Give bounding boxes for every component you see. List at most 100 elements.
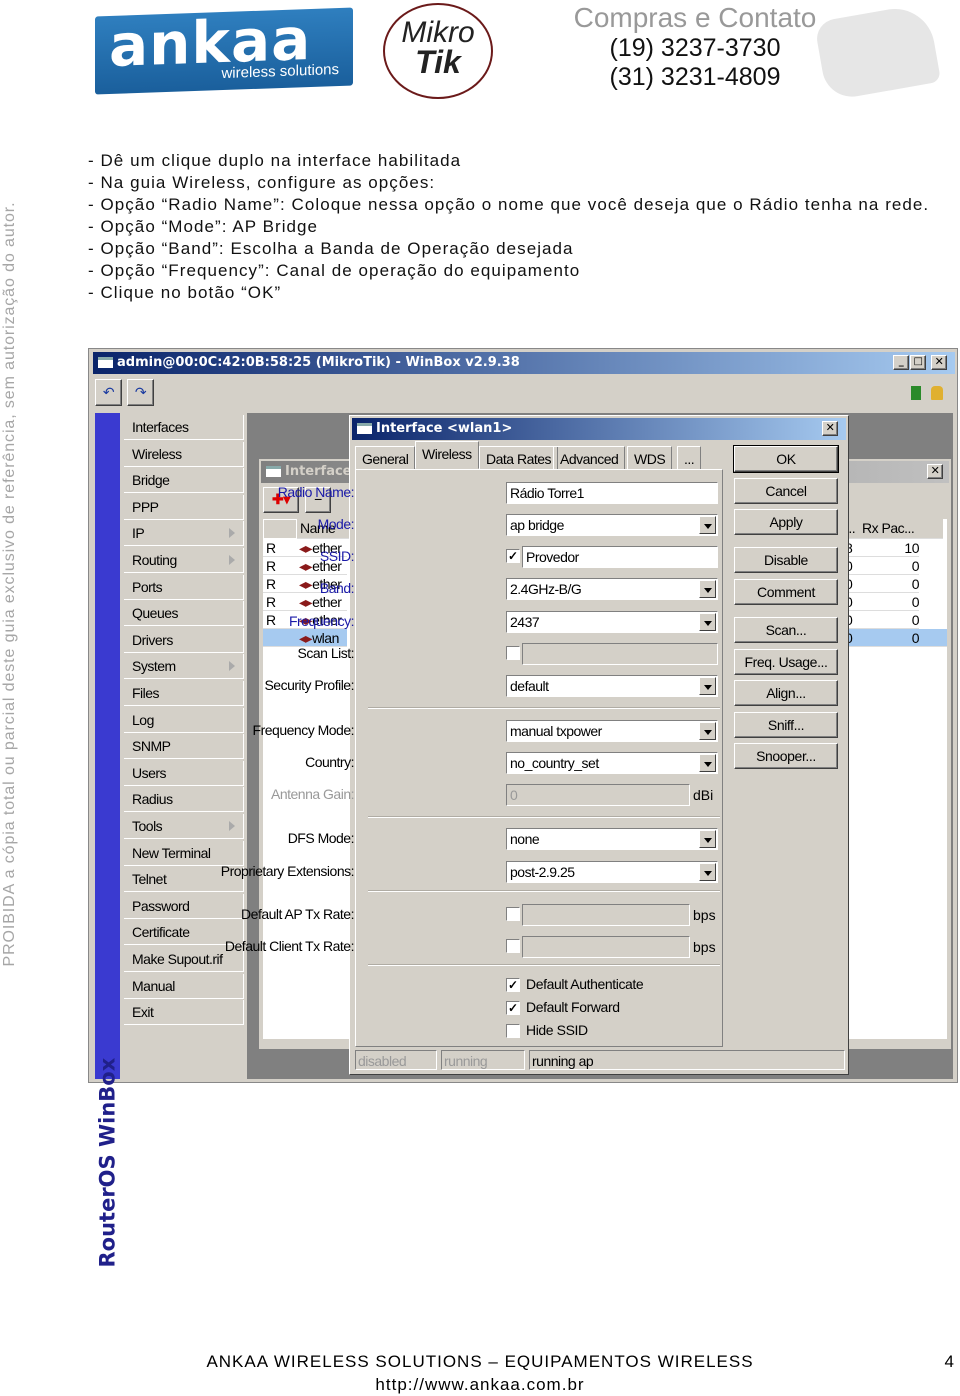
interface-icon: ◂▸ [299,594,313,610]
menu-item-snmp[interactable]: SNMP [124,734,244,760]
comment-button[interactable]: Comment [734,579,838,605]
proprietary-extensions-select[interactable]: post-2.9.25 [506,861,718,883]
menu-item-tools[interactable]: Tools [124,814,244,839]
antenna-gain-label: Antenna Gain: [270,786,355,802]
menu-item-radius[interactable]: Radius [124,787,244,813]
instruction-line: - Opção “Band”: Escolha a Banda de Opera… [88,239,574,258]
menu-item-password[interactable]: Password [124,893,244,919]
frequency-mode-select[interactable]: manual txpower [506,720,718,742]
dfs-mode-select[interactable]: none [506,828,718,850]
instruction-line: - Opção “Frequency”: Canal de operação d… [88,261,581,280]
row-flag: R [263,557,297,575]
tab-wireless[interactable]: Wireless [415,441,479,469]
frequency-select[interactable]: 2437 [506,611,718,633]
radio-name-input[interactable]: Rádio Torre1 [506,482,718,504]
dropdown-arrow-icon[interactable] [699,516,716,534]
separator [368,707,720,709]
menu-item-bridge[interactable]: Bridge [124,468,244,494]
close-button[interactable]: ✕ [822,421,838,436]
default-ap-tx-rate-label: Default AP Tx Rate: [241,906,354,922]
apply-button[interactable]: Apply [734,509,838,535]
align-button[interactable]: Align... [734,680,838,706]
menu-item-ip[interactable]: IP [124,521,244,547]
dropdown-arrow-icon[interactable] [699,580,716,598]
redo-icon[interactable]: ↷ [127,379,154,406]
default-ap-tx-rate-unit: bps [693,907,716,923]
dropdown-arrow-icon[interactable] [699,613,716,631]
menu-item-ports[interactable]: Ports [124,574,244,600]
menu-item-manual[interactable]: Manual [124,973,244,999]
winbox-window: admin@00:0C:42:0B:58:25 (MikroTik) - Win… [88,348,958,1268]
ok-button[interactable]: OK [733,445,839,473]
cancel-button[interactable]: Cancel [734,478,838,504]
tab-advanced[interactable]: Advanced [553,446,626,470]
row-rx-packets: 0 [859,557,919,575]
contact-title: Compras e Contato [573,2,817,33]
maximize-button[interactable]: □ [910,355,926,370]
menu-item-ppp[interactable]: PPP [124,494,244,520]
dropdown-arrow-icon[interactable] [699,754,716,772]
dropdown-arrow-icon[interactable] [699,677,716,695]
country-select[interactable]: no_country_set [506,752,718,774]
scan-button[interactable]: Scan... [734,617,838,643]
status-bar: disabled running running ap [355,1050,845,1072]
footer: ANKAA WIRELESS SOLUTIONS – EQUIPAMENTOS … [0,1350,960,1396]
menu-item-files[interactable]: Files [124,681,244,706]
frequency-mode-label: Frequency Mode: [252,722,355,738]
hide-ssid-checkbox[interactable] [506,1024,520,1038]
row-fill [919,629,947,647]
ssid-input[interactable]: Provedor [522,546,718,568]
tab-wds[interactable]: WDS [627,446,673,470]
menu-item-wireless[interactable]: Wireless [124,441,244,467]
default-client-tx-rate-checkbox[interactable] [506,939,520,953]
undo-icon[interactable]: ↶ [95,379,122,406]
mode-select[interactable]: ap bridge [506,514,718,536]
watermark: PROIBIDA a cópia total ou parcial deste … [1,201,18,967]
band-select[interactable]: 2.4GHz-B/G [506,578,718,600]
default-forward-checkbox[interactable]: ✓ [506,1001,520,1015]
menu-item-users[interactable]: Users [124,760,244,786]
dropdown-arrow-icon[interactable] [699,722,716,740]
menu-item-log[interactable]: Log [124,707,244,733]
interface-dialog: Interface <wlan1> ✕ General Wireless Data … [221,415,849,1075]
sniff-button[interactable]: Sniff... [734,712,838,738]
submenu-arrow-icon [229,661,235,672]
footer-url: http://www.ankaa.com.br [375,1375,585,1394]
row-rx-packets: 10 [859,539,919,557]
menu-item-system[interactable]: System [124,654,244,680]
dropdown-arrow-icon[interactable] [699,830,716,848]
default-client-tx-rate-label: Default Client Tx Rate: [224,938,355,954]
menu-item-routing[interactable]: Routing [124,548,244,573]
menu-item-drivers[interactable]: Drivers [124,627,244,653]
default-ap-tx-rate-checkbox[interactable] [506,907,520,921]
menu-item-queues[interactable]: Queues [124,601,244,627]
mode-label: Mode: [317,516,355,532]
dropdown-arrow-icon[interactable] [699,863,716,881]
hide-ssid-label: Hide SSID [526,1022,588,1038]
lock-icon [931,386,943,400]
ankaa-logo: ankaa wireless solutions [95,5,353,95]
disable-button[interactable]: Disable [734,547,838,573]
connection-status-icon [911,386,921,400]
tab-data-rates[interactable]: Data Rates [479,446,559,470]
scan-list-checkbox[interactable] [506,646,520,660]
instructions: - Dê um clique duplo na interface habili… [88,150,938,304]
security-profile-select[interactable]: default [506,675,718,697]
tab-general[interactable]: General [355,446,416,470]
menu-item-exit[interactable]: Exit [124,1000,244,1026]
close-button[interactable]: ✕ [931,355,947,370]
instruction-line: - Dê um clique duplo na interface habili… [88,151,462,170]
menu-item-new-terminal[interactable]: New Terminal [124,840,244,866]
tab--[interactable]: ... [677,446,702,470]
ssid-checkbox[interactable]: ✓ [506,549,520,563]
menu-item-interfaces[interactable]: Interfaces [124,415,244,440]
row-flag [263,629,297,647]
minimize-button[interactable]: _ [893,355,909,370]
column-header-rx-packets[interactable]: Rx Pac... [859,519,943,539]
dfs-mode-label: DFS Mode: [287,830,355,846]
close-button[interactable]: ✕ [927,464,943,479]
snooper-button[interactable]: Snooper... [734,743,838,769]
freq-usage-button[interactable]: Freq. Usage... [734,649,838,675]
row-flag: R [263,539,297,557]
default-authenticate-checkbox[interactable]: ✓ [506,978,520,992]
